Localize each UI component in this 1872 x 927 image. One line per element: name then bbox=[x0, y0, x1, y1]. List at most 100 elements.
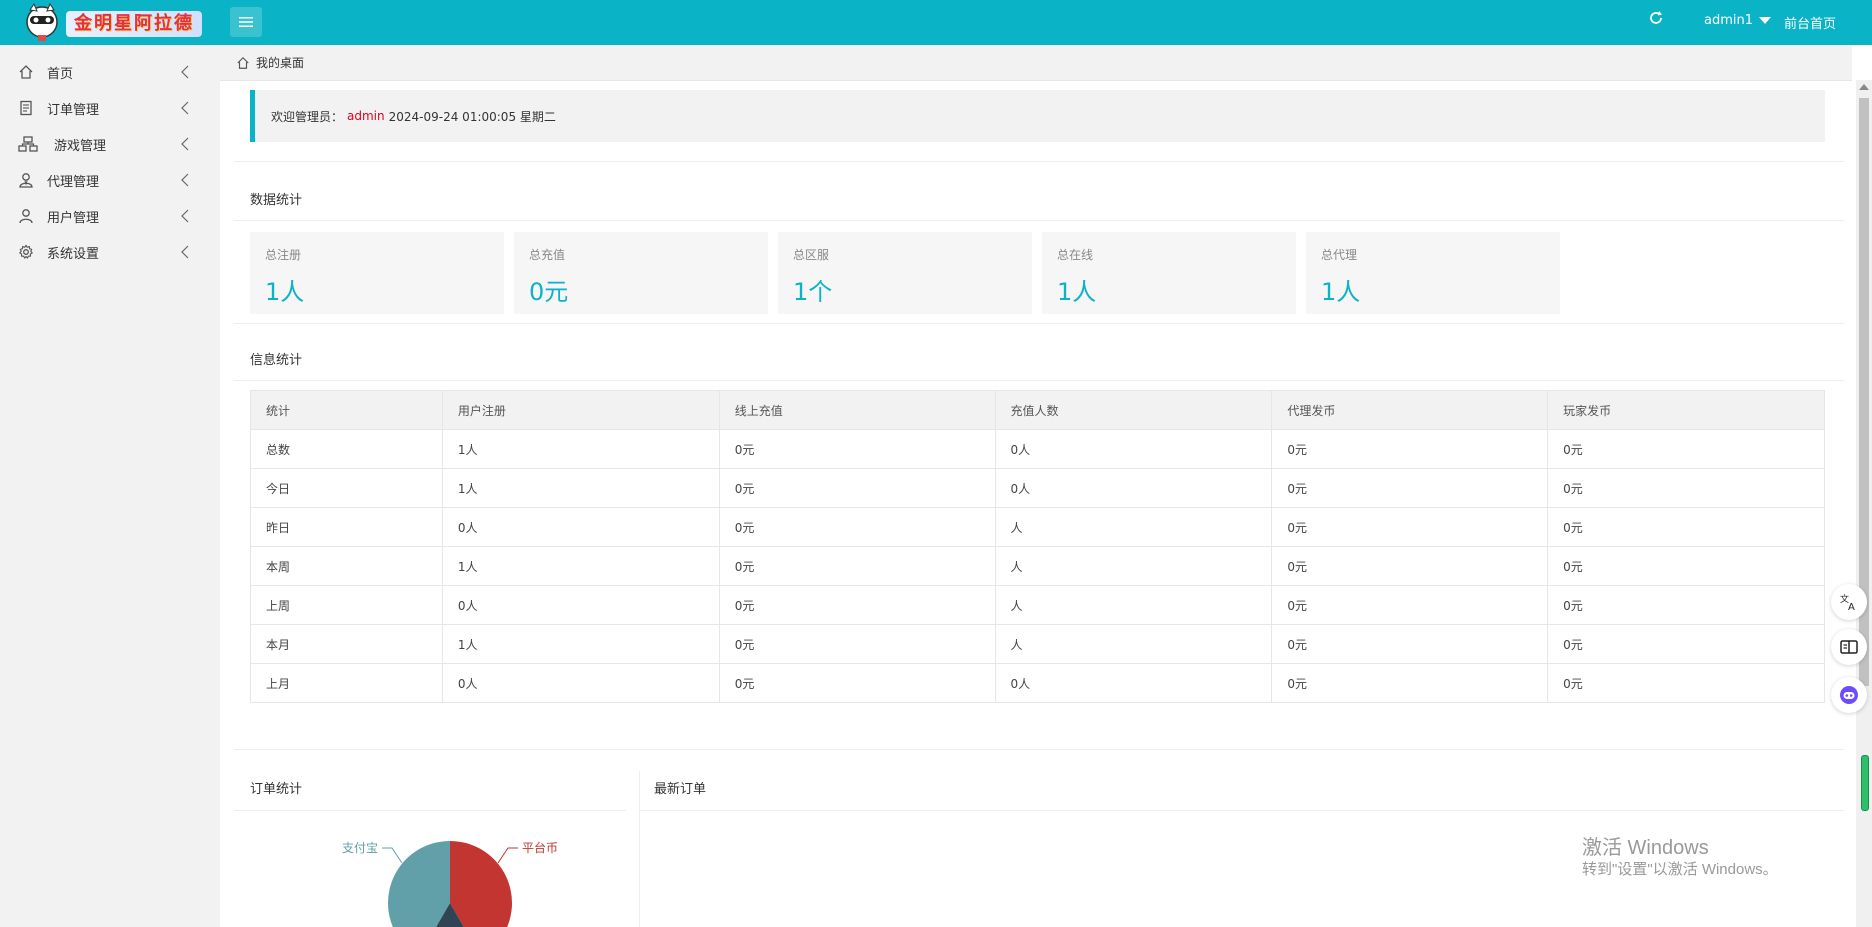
pie-slice-label: 支付宝 bbox=[342, 841, 378, 855]
side-green-indicator bbox=[1861, 755, 1869, 811]
table-cell: 0元 bbox=[718, 546, 996, 586]
table-cell: 0元 bbox=[1271, 663, 1549, 703]
table-cell: 0元 bbox=[1547, 468, 1825, 508]
table-cell: 0元 bbox=[1271, 624, 1549, 664]
divider bbox=[234, 161, 1844, 162]
sidebar-item-home[interactable]: 首页 bbox=[0, 54, 220, 90]
stat-card-total-agents: 总代理 1人 bbox=[1306, 232, 1560, 314]
translate-tool-button[interactable]: 文 A bbox=[1831, 584, 1867, 620]
hamburger-icon bbox=[239, 17, 253, 27]
logo-text: 金明星阿拉德 bbox=[66, 11, 202, 37]
chevron-left-icon bbox=[181, 209, 189, 223]
table-row: 上周 0人 0元 人 0元 0元 bbox=[250, 585, 1825, 625]
table-cell: 上月 bbox=[250, 663, 443, 703]
windows-activation-watermark: 激活 Windows bbox=[1582, 837, 1709, 859]
welcome-datetime: 2024-09-24 01:00:05 星期二 bbox=[388, 109, 556, 124]
table-cell: 0元 bbox=[1547, 429, 1825, 469]
svg-text:A: A bbox=[1848, 602, 1855, 612]
info-stats-table: 统计 用户注册 线上充值 充值人数 代理发币 玩家发币 总数 1人 0元 0人 … bbox=[250, 390, 1825, 703]
table-cell: 0元 bbox=[1271, 468, 1549, 508]
gear-icon bbox=[18, 244, 34, 259]
sidebar: 首页 订单管理 游戏管理 代理管理 用户管理 系统设置 bbox=[0, 45, 220, 927]
table-row: 上月 0人 0元 0人 0元 0元 bbox=[250, 663, 1825, 703]
table-cell: 0元 bbox=[1271, 507, 1549, 547]
sidebar-item-orders[interactable]: 订单管理 bbox=[0, 90, 220, 126]
chevron-left-icon bbox=[181, 65, 189, 79]
sidebar-item-label: 游戏管理 bbox=[54, 138, 107, 154]
table-cell: 0元 bbox=[1271, 546, 1549, 586]
table-cell: 1人 bbox=[441, 429, 720, 469]
table-cell: 1人 bbox=[441, 546, 720, 586]
user-icon bbox=[19, 209, 33, 224]
sidebar-item-label: 代理管理 bbox=[47, 174, 100, 190]
table-cell: 人 bbox=[994, 624, 1273, 664]
table-cell: 1人 bbox=[441, 624, 720, 664]
stat-label: 总充值 bbox=[529, 248, 566, 262]
breadcrumb-label: 我的桌面 bbox=[256, 56, 305, 70]
refresh-icon[interactable] bbox=[1648, 10, 1664, 26]
stat-label: 总注册 bbox=[265, 248, 302, 262]
front-home-link[interactable]: 前台首页 bbox=[1784, 13, 1836, 32]
sidebar-item-games[interactable]: 游戏管理 bbox=[0, 126, 220, 162]
sidebar-item-agents[interactable]: 代理管理 bbox=[0, 162, 220, 198]
home-icon bbox=[237, 56, 249, 69]
table-header-cell: 线上充值 bbox=[718, 390, 996, 430]
table-row: 今日 1人 0元 0人 0元 0元 bbox=[250, 468, 1825, 508]
table-cell: 0元 bbox=[718, 468, 996, 508]
table-cell: 0元 bbox=[1547, 546, 1825, 586]
agent-icon bbox=[19, 173, 33, 188]
table-cell: 0人 bbox=[441, 663, 720, 703]
stat-card-total-servers: 总区服 1个 bbox=[778, 232, 1032, 314]
welcome-prefix: 欢迎管理员： bbox=[271, 109, 344, 124]
table-header-cell: 统计 bbox=[250, 390, 443, 430]
sidebar-item-label: 订单管理 bbox=[47, 102, 100, 118]
divider bbox=[234, 323, 1844, 324]
sidebar-item-settings[interactable]: 系统设置 bbox=[0, 234, 220, 270]
site-logo[interactable]: 金明星阿拉德 bbox=[24, 2, 204, 44]
divider bbox=[234, 749, 1844, 750]
table-row: 本周 1人 0元 人 0元 0元 bbox=[250, 546, 1825, 586]
top-header: 金明星阿拉德 admin1 前台首页 bbox=[0, 0, 1872, 45]
assistant-tool-button[interactable] bbox=[1831, 677, 1867, 713]
table-cell: 0元 bbox=[1547, 624, 1825, 664]
table-cell: 0人 bbox=[994, 468, 1273, 508]
menu-toggle-button[interactable] bbox=[230, 7, 262, 37]
reader-tool-button[interactable] bbox=[1831, 629, 1867, 665]
table-header-cell: 玩家发币 bbox=[1547, 390, 1825, 430]
chevron-left-icon bbox=[181, 173, 189, 187]
home-icon bbox=[19, 65, 33, 79]
sidebar-item-users[interactable]: 用户管理 bbox=[0, 198, 220, 234]
stat-value: 1人 bbox=[1057, 278, 1097, 306]
caret-down-icon bbox=[1759, 17, 1772, 24]
divider bbox=[234, 380, 1844, 381]
dashboard-content: 欢迎管理员： admin 2024-09-24 01:00:05 星期二 数据统… bbox=[234, 81, 1844, 927]
table-cell: 0元 bbox=[1547, 585, 1825, 625]
admin-user-menu[interactable]: admin1 bbox=[1704, 13, 1772, 28]
table-cell: 上周 bbox=[250, 585, 443, 625]
sidebar-item-label: 用户管理 bbox=[47, 210, 100, 226]
stat-value: 0元 bbox=[529, 278, 569, 306]
breadcrumb[interactable]: 我的桌面 bbox=[220, 45, 1852, 81]
main-content: 我的桌面 欢迎管理员： admin 2024-09-24 01:00:05 星期… bbox=[220, 45, 1872, 927]
pie-slice-label: 平台币 bbox=[522, 840, 558, 855]
table-header-cell: 代理发币 bbox=[1271, 390, 1549, 430]
info-section-title: 信息统计 bbox=[250, 353, 303, 368]
admin-username: admin1 bbox=[1704, 13, 1754, 28]
divider bbox=[234, 220, 1844, 221]
table-cell: 0元 bbox=[718, 663, 996, 703]
pie-chart-svg: 平台币 支付宝 bbox=[342, 840, 558, 927]
stat-label: 总区服 bbox=[793, 248, 830, 262]
scroll-up-arrow-icon[interactable] bbox=[1859, 84, 1869, 90]
stat-label: 总在线 bbox=[1057, 248, 1094, 262]
welcome-banner: 欢迎管理员： admin 2024-09-24 01:00:05 星期二 bbox=[250, 90, 1825, 142]
table-cell: 0元 bbox=[718, 624, 996, 664]
cat-mascot-icon bbox=[26, 2, 58, 41]
bot-assistant-icon bbox=[1840, 686, 1858, 704]
table-cell: 0元 bbox=[718, 585, 996, 625]
pie-slice[interactable] bbox=[450, 841, 513, 927]
table-header-cell: 充值人数 bbox=[994, 390, 1273, 430]
stat-card-total-recharge: 总充值 0元 bbox=[514, 232, 768, 314]
stat-value: 1个 bbox=[793, 278, 833, 306]
stat-card-total-register: 总注册 1人 bbox=[250, 232, 504, 314]
pie-slice[interactable] bbox=[387, 841, 450, 927]
